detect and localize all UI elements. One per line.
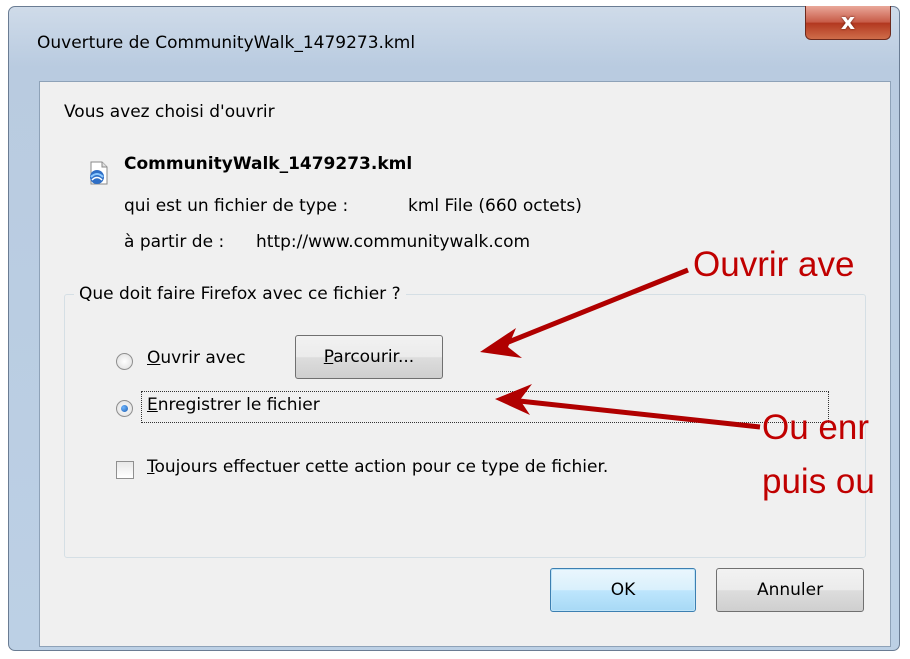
annotation-save-line2: puis ou (762, 462, 875, 501)
arrow-head-browse (480, 328, 522, 358)
annotation-save-line1: Ou enr (762, 408, 869, 447)
arrow-to-browse (495, 267, 689, 350)
annotation-open-with: Ouvrir ave (693, 245, 855, 284)
annotation-arrows (480, 267, 761, 430)
arrow-to-save (509, 397, 761, 430)
